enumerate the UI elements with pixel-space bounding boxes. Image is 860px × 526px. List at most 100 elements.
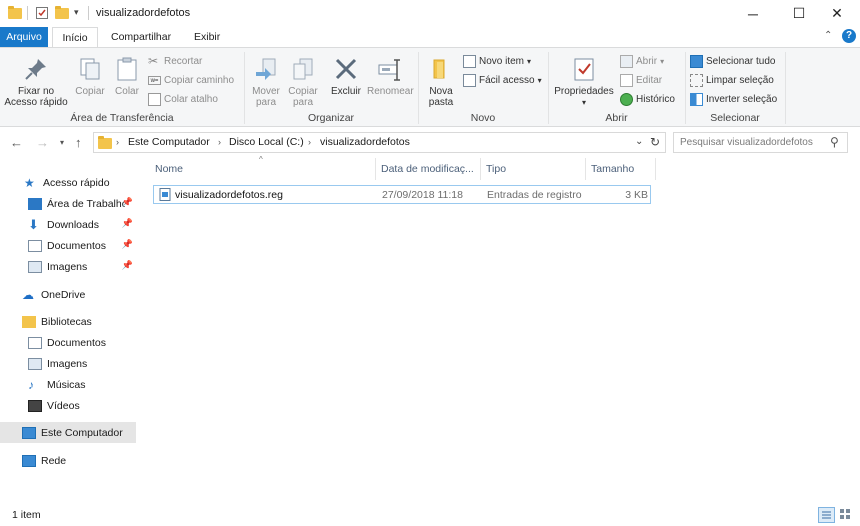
move-to-button[interactable]: Mover para (249, 56, 283, 108)
images-icon (28, 260, 42, 273)
new-item-icon (463, 55, 476, 68)
rename-label: Renomear (367, 86, 414, 97)
search-icon[interactable]: ⚲ (830, 135, 839, 149)
select-all-label: Selecionar tudo (706, 56, 776, 67)
divider (27, 6, 28, 20)
nav-downloads[interactable]: ⬇ Downloads 📌 (0, 214, 136, 235)
select-all-icon (690, 55, 703, 68)
images-icon (28, 357, 42, 370)
music-note-icon: ♪ (28, 377, 34, 392)
nav-desktop[interactable]: Área de Trabalho 📌 (0, 193, 136, 214)
download-arrow-icon: ⬇ (28, 216, 39, 232)
rename-button[interactable]: Renomear (367, 56, 414, 97)
nav-lib-music[interactable]: ♪ Músicas (0, 374, 136, 395)
recent-locations-chevron-icon[interactable]: ▾ (60, 138, 64, 147)
nav-onedrive[interactable]: ☁ OneDrive (0, 284, 136, 305)
libraries-icon (22, 315, 36, 328)
history-icon (620, 93, 633, 106)
invert-selection-icon (690, 93, 703, 106)
file-size: 3 KB (625, 189, 648, 201)
nav-images[interactable]: Imagens 📌 (0, 256, 136, 277)
ribbon: Fixar no Acesso rápido Copiar Colar ✂ Re… (0, 47, 860, 127)
nav-label: OneDrive (41, 288, 86, 301)
nav-libraries[interactable]: Bibliotecas (0, 311, 136, 332)
column-header-name[interactable]: Nome (150, 158, 376, 180)
cut-button[interactable]: ✂ Recortar (148, 53, 202, 70)
nav-lib-images[interactable]: Imagens (0, 353, 136, 374)
documents-icon (28, 336, 42, 349)
copy-path-icon: w= (148, 76, 161, 85)
pin-quick-access-button[interactable]: Fixar no Acesso rápido (4, 56, 68, 108)
properties-icon (571, 56, 597, 82)
large-icons-view-icon[interactable] (838, 507, 855, 523)
properties-label: Propriedades (554, 86, 614, 97)
move-to-icon (253, 56, 279, 82)
delete-label: Excluir (330, 86, 361, 97)
new-item-label: Novo item (479, 56, 525, 67)
history-button[interactable]: Histórico (620, 91, 675, 108)
open-group-label: Abrir (605, 112, 628, 124)
copy-button[interactable]: Copiar (72, 56, 108, 97)
select-all-button[interactable]: Selecionar tudo (690, 53, 776, 70)
cut-label: Recortar (164, 56, 203, 67)
breadcrumb-this-pc[interactable]: Este Computador (128, 136, 210, 148)
open-button[interactable]: Abrir ▾ (620, 53, 664, 70)
minimize-button[interactable]: ─ (730, 0, 776, 27)
edit-icon (620, 74, 633, 87)
nav-label: Músicas (47, 378, 86, 391)
properties-icon[interactable] (35, 6, 49, 20)
chevron-right-icon: › (116, 137, 119, 147)
select-none-button[interactable]: Limpar seleção (690, 72, 774, 89)
nav-this-pc[interactable]: Este Computador (0, 422, 136, 443)
tab-home[interactable]: Início (52, 27, 98, 48)
column-header-date[interactable]: Data de modificaç... (376, 158, 481, 180)
copy-path-button[interactable]: w= Copiar caminho (148, 72, 234, 89)
column-header-type[interactable]: Tipo (481, 158, 586, 180)
copy-to-button[interactable]: Copiar para (285, 56, 321, 108)
collapse-ribbon-icon[interactable]: ⌃ (824, 30, 832, 41)
forward-arrow-icon[interactable]: → (36, 135, 49, 150)
edit-button[interactable]: Editar (620, 72, 662, 89)
easy-access-button[interactable]: Fácil acesso ▾ (463, 72, 542, 89)
tab-share[interactable]: Compartilhar (104, 27, 178, 47)
tab-file[interactable]: Arquivo (0, 27, 48, 47)
details-view-icon[interactable] (818, 507, 835, 523)
ribbon-tabs: Arquivo Início Compartilhar Exibir ⌃ ? (0, 27, 860, 48)
select-group-label: Selecionar (710, 112, 760, 124)
nav-network[interactable]: Rede (0, 450, 136, 471)
paste-shortcut-icon (148, 93, 161, 106)
cloud-icon: ☁ (22, 287, 34, 302)
column-header-size[interactable]: Tamanho (586, 158, 656, 180)
close-button[interactable]: ✕ (814, 0, 860, 27)
nav-lib-documents[interactable]: Documentos (0, 332, 136, 353)
invert-selection-button[interactable]: Inverter seleção (690, 91, 777, 108)
nav-label: Imagens (47, 260, 88, 273)
breadcrumb-current-folder[interactable]: visualizadordefotos (320, 136, 410, 148)
copy-path-label: Copiar caminho (164, 75, 235, 86)
chevron-down-icon: ▾ (660, 57, 665, 66)
paste-button[interactable]: Colar (110, 56, 144, 97)
breadcrumb-local-disk[interactable]: Disco Local (C:) (229, 136, 304, 148)
search-input[interactable]: Pesquisar visualizadordefotos ⚲ (673, 132, 848, 153)
back-arrow-icon[interactable]: ← (10, 135, 23, 150)
new-item-button[interactable]: Novo item ▾ (463, 53, 531, 70)
customize-quick-access-icon[interactable]: ▾ (74, 7, 79, 18)
help-icon[interactable]: ? (842, 29, 856, 43)
paste-shortcut-button[interactable]: Colar atalho (148, 91, 218, 108)
pin-icon: 📌 (121, 239, 133, 249)
select-none-label: Limpar seleção (706, 75, 774, 86)
nav-documents[interactable]: Documentos 📌 (0, 235, 136, 256)
new-folder-icon[interactable] (55, 6, 69, 20)
new-folder-button[interactable]: Nova pasta (424, 56, 458, 108)
delete-button[interactable]: Excluir (327, 56, 365, 97)
properties-button[interactable]: Propriedades ▾ (552, 56, 616, 108)
nav-quick-access[interactable]: ★ Acesso rápido (0, 172, 136, 193)
new-group-label: Novo (470, 112, 496, 124)
address-bar[interactable]: › Este Computador › Disco Local (C:) › v… (93, 132, 666, 153)
nav-lib-videos[interactable]: Vídeos (0, 395, 136, 416)
refresh-icon[interactable]: ↻ (650, 135, 660, 149)
tab-view[interactable]: Exibir (187, 27, 227, 47)
up-arrow-icon[interactable]: ↑ (75, 135, 82, 150)
chevron-down-icon[interactable]: ⌄ (635, 136, 643, 147)
table-row[interactable]: visualizadordefotos.reg 27/09/2018 11:18… (153, 185, 651, 204)
